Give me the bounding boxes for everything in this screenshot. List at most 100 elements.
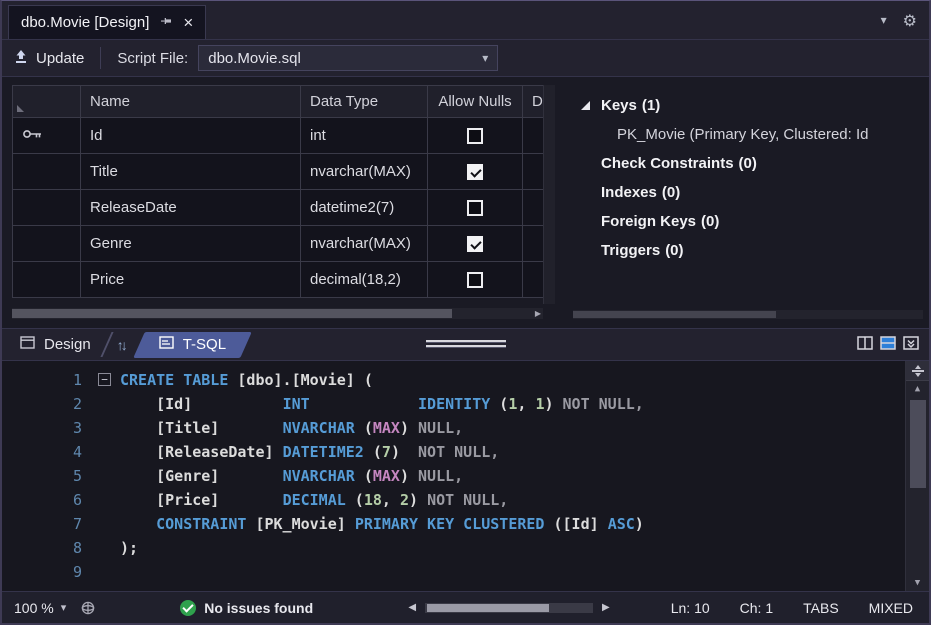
horizontal-split-button[interactable]	[880, 335, 896, 354]
table-row[interactable]: Genre nvarchar(MAX)	[13, 226, 543, 262]
column-name-cell[interactable]: ReleaseDate	[81, 190, 301, 226]
allow-nulls-cell[interactable]	[428, 190, 523, 226]
scrollbar-thumb[interactable]	[427, 603, 550, 612]
data-type-cell[interactable]: int	[301, 118, 428, 154]
code-line[interactable]: 4 [ReleaseDate] DATETIME2 (7) NOT NULL,	[2, 440, 929, 464]
scrollbar-thumb[interactable]	[909, 400, 926, 488]
column-name-cell[interactable]: Genre	[81, 226, 301, 262]
expander-icon[interactable]	[579, 100, 595, 112]
combo-caret-icon[interactable]: ▾	[482, 51, 488, 65]
table-row[interactable]: Id int	[13, 118, 543, 154]
code-line[interactable]: 5 [Genre] NVARCHAR (MAX) NULL,	[2, 464, 929, 488]
row-selector[interactable]	[13, 118, 81, 154]
select-all-corner[interactable]	[13, 86, 81, 118]
scroll-right-icon[interactable]: ▶	[535, 308, 541, 319]
scroll-right-icon[interactable]: ▶	[597, 602, 615, 613]
code-line[interactable]: 2 [Id] INT IDENTITY (1, 1) NOT NULL,	[2, 392, 929, 416]
row-selector[interactable]	[13, 154, 81, 190]
health-indicator[interactable]: No issues found	[180, 599, 313, 616]
swap-panes-icon[interactable]: ↑↓	[117, 337, 128, 353]
grid-vertical-scrollbar[interactable]	[543, 85, 555, 304]
data-type-cell[interactable]: datetime2(7)	[301, 190, 428, 226]
allow-nulls-cell[interactable]	[428, 118, 523, 154]
zoom-control[interactable]: 100 % ▾	[14, 600, 66, 616]
data-type-cell[interactable]: nvarchar(MAX)	[301, 226, 428, 262]
scrollbar-thumb[interactable]	[573, 311, 776, 318]
tree-item-count: (0)	[738, 155, 757, 172]
scroll-down-icon[interactable]: ▼	[915, 575, 920, 591]
zoom-caret-icon[interactable]: ▾	[61, 601, 67, 614]
column-header-default[interactable]: D	[523, 86, 543, 118]
default-cell[interactable]	[523, 262, 543, 298]
allow-nulls-checkbox[interactable]	[467, 127, 483, 144]
default-cell[interactable]	[523, 154, 543, 190]
keys-horizontal-scrollbar[interactable]	[573, 310, 923, 319]
column-header-data-type[interactable]: Data Type	[301, 86, 428, 118]
code-line[interactable]: 8);	[2, 536, 929, 560]
column-header-allow-nulls[interactable]: Allow Nulls	[428, 86, 523, 118]
table-row[interactable]: Price decimal(18,2)	[13, 262, 543, 298]
vertical-split-button[interactable]	[857, 335, 873, 354]
splitter-grip[interactable]	[425, 340, 506, 342]
tabs-indicator[interactable]: TABS	[803, 600, 839, 616]
tree-item-foreign-keys[interactable]: Foreign Keys (0)	[555, 207, 929, 236]
row-selector[interactable]	[13, 226, 81, 262]
tsql-editor[interactable]: 1− CREATE TABLE [dbo].[Movie] (2 [Id] INT…	[2, 361, 929, 591]
code-line[interactable]: 3 [Title] NVARCHAR (MAX) NULL,	[2, 416, 929, 440]
pin-icon[interactable]	[160, 14, 172, 31]
editor-horizontal-scrollbar[interactable]: ◀ ▶	[403, 602, 614, 613]
table-row[interactable]: Title nvarchar(MAX)	[13, 154, 543, 190]
data-type-cell[interactable]: decimal(18,2)	[301, 262, 428, 298]
browser-link-icon[interactable]	[80, 600, 96, 616]
tree-item-indexes[interactable]: Indexes (0)	[555, 178, 929, 207]
allow-nulls-cell[interactable]	[428, 154, 523, 190]
grid-horizontal-scrollbar[interactable]: ▶	[12, 308, 543, 319]
scroll-up-icon[interactable]: ▲	[915, 381, 920, 397]
editor-vertical-scrollbar[interactable]: ▲ ▼	[905, 361, 929, 591]
data-type-cell[interactable]: nvarchar(MAX)	[301, 154, 428, 190]
tree-item-triggers[interactable]: Triggers (0)	[555, 236, 929, 265]
row-selector[interactable]	[13, 262, 81, 298]
scrollbar-track[interactable]	[425, 602, 594, 613]
default-cell[interactable]	[523, 226, 543, 262]
code-line[interactable]: 1− CREATE TABLE [dbo].[Movie] (	[2, 368, 929, 392]
allow-nulls-checkbox[interactable]	[467, 271, 483, 288]
allow-nulls-cell[interactable]	[428, 226, 523, 262]
column-header-name[interactable]: Name	[81, 86, 301, 118]
column-name-cell[interactable]: Title	[81, 154, 301, 190]
default-cell[interactable]	[523, 190, 543, 226]
tree-item-check-constraints[interactable]: Check Constraints (0)	[555, 149, 929, 178]
tree-child-item[interactable]: PK_Movie (Primary Key, Clustered: Id	[555, 120, 929, 149]
tab-list-dropdown-icon[interactable]: ▾	[881, 13, 887, 27]
code-line[interactable]: 7 CONSTRAINT [PK_Movie] PRIMARY KEY CLUS…	[2, 512, 929, 536]
table-row[interactable]: ReleaseDate datetime2(7)	[13, 190, 543, 226]
code-line[interactable]: 6 [Price] DECIMAL (18, 2) NOT NULL,	[2, 488, 929, 512]
document-tab[interactable]: dbo.Movie [Design] ×	[8, 5, 207, 39]
close-icon[interactable]: ×	[183, 14, 193, 31]
scrollbar-thumb[interactable]	[12, 309, 452, 318]
row-selector[interactable]	[13, 190, 81, 226]
editor-split-handle[interactable]	[906, 361, 929, 381]
tab-design[interactable]: Design	[12, 329, 99, 360]
scroll-left-icon[interactable]: ◀	[403, 602, 421, 613]
encoding-indicator[interactable]: MIXED	[869, 600, 913, 616]
tab-tsql[interactable]: T-SQL	[139, 332, 246, 358]
gear-icon[interactable]: ⚙	[903, 11, 917, 30]
default-cell[interactable]	[523, 118, 543, 154]
allow-nulls-checkbox[interactable]	[467, 199, 483, 216]
script-file-dropdown[interactable]: dbo.Movie.sql ▾	[198, 45, 499, 71]
column-name-cell[interactable]: Id	[81, 118, 301, 154]
line-indicator: Ln: 10	[670, 599, 710, 616]
allow-nulls-checkbox[interactable]	[467, 163, 483, 180]
allow-nulls-cell[interactable]	[428, 262, 523, 298]
tree-item-keys[interactable]: Keys (1)	[555, 91, 929, 120]
column-name-cell[interactable]: Price	[81, 262, 301, 298]
allow-nulls-checkbox[interactable]	[467, 235, 483, 252]
collapse-pane-button[interactable]	[903, 335, 919, 354]
update-button[interactable]: Update	[14, 49, 84, 68]
fold-collapse-icon[interactable]: −	[98, 368, 120, 392]
code-line[interactable]: 9	[2, 560, 929, 584]
grid-header-row: Name Data Type Allow Nulls D	[13, 86, 543, 118]
